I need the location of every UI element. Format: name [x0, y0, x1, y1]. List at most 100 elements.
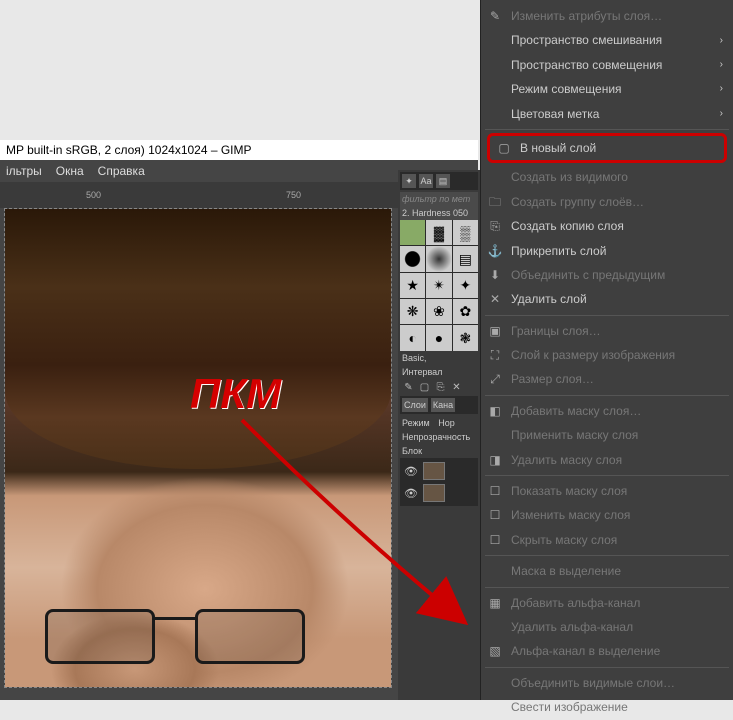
menu-apply-mask[interactable]: Применить маску слоя — [481, 423, 733, 447]
brush-preset[interactable]: ★ — [400, 273, 425, 298]
layer-thumbnail — [423, 462, 445, 480]
menu-edit-mask[interactable]: ☐Изменить маску слоя — [481, 503, 733, 527]
canvas[interactable] — [4, 208, 392, 688]
brush-preset[interactable] — [426, 246, 451, 271]
menu-layer-boundary[interactable]: ▣Границы слоя… — [481, 319, 733, 343]
menu-duplicate-layer[interactable]: ⎘Создать копию слоя — [481, 214, 733, 238]
duplicate-icon: ⎘ — [487, 218, 503, 234]
image-glasses — [45, 609, 305, 669]
interval-label: Интервал — [400, 365, 478, 379]
delete-icon: ✕ — [487, 291, 503, 307]
alpha-icon: ▦ — [487, 595, 503, 611]
menu-alpha-to-selection[interactable]: ▧Альфа-канал в выделение — [481, 639, 733, 663]
menu-merge-visible[interactable]: Объединить видимые слои… — [481, 671, 733, 695]
menu-windows[interactable]: Окна — [56, 164, 84, 178]
menu-anchor-layer[interactable]: ⚓Прикрепить слой — [481, 239, 733, 263]
brush-preset[interactable]: ▓ — [426, 220, 451, 245]
folder-icon: 🗀 — [487, 194, 503, 210]
layer-row[interactable]: 👁 — [402, 460, 476, 482]
layer-thumbnail — [423, 484, 445, 502]
selection-icon: ▧ — [487, 644, 503, 660]
layers-list: 👁 👁 — [400, 458, 478, 506]
layer-context-menu: ✎Изменить атрибуты слоя… Пространство см… — [480, 0, 733, 700]
brush-filter-input[interactable]: фильтр по мет — [400, 192, 478, 206]
window-title: MP built-in sRGB, 2 слоя) 1024x1024 – GI… — [6, 143, 252, 157]
new-brush-icon[interactable]: ▢ — [418, 381, 431, 394]
channels-tab[interactable]: Кана — [431, 398, 455, 412]
menu-delete-mask[interactable]: ◨Удалить маску слоя — [481, 448, 733, 472]
brush-preset[interactable]: ▒ — [453, 220, 478, 245]
menu-edit-layer-attrs[interactable]: ✎Изменить атрибуты слоя… — [481, 4, 733, 28]
gradient-tab-icon[interactable]: ▤ — [436, 174, 450, 188]
layers-tab[interactable]: Слои — [402, 398, 428, 412]
image-hair-region — [5, 209, 391, 469]
basic-label: Basic, — [400, 351, 478, 365]
brush-preset[interactable]: ✦ — [453, 273, 478, 298]
duplicate-brush-icon[interactable]: ⎘ — [434, 381, 447, 394]
brush-preset[interactable]: ◐ — [400, 325, 425, 350]
delete-mask-icon: ◨ — [487, 452, 503, 468]
new-layer-icon: ▢ — [496, 140, 512, 156]
canvas-image — [5, 209, 391, 687]
checkbox-icon: ☐ — [487, 532, 503, 548]
menu-separator — [485, 667, 729, 668]
brush-preset[interactable] — [400, 246, 425, 271]
menu-add-alpha[interactable]: ▦Добавить альфа-канал — [481, 591, 733, 615]
submenu-arrow-icon: › — [720, 35, 723, 47]
brush-preset[interactable]: ❋ — [400, 299, 425, 324]
brush-preset[interactable] — [400, 220, 425, 245]
menu-delete-layer[interactable]: ✕Удалить слой — [481, 287, 733, 311]
submenu-arrow-icon: › — [720, 108, 723, 120]
menu-composite-mode[interactable]: Режим совмещения› — [481, 77, 733, 101]
menu-from-visible[interactable]: Создать из видимого — [481, 165, 733, 189]
menu-separator — [485, 587, 729, 588]
menu-separator — [485, 395, 729, 396]
menu-add-mask[interactable]: ◧Добавить маску слоя… — [481, 399, 733, 423]
menu-to-image-size[interactable]: ⛶Слой к размеру изображения — [481, 343, 733, 367]
menu-hide-mask[interactable]: ☐Скрыть маску слоя — [481, 528, 733, 552]
menu-new-group[interactable]: 🗀Создать группу слоёв… — [481, 190, 733, 214]
menu-merge-down[interactable]: ⬇Объединить с предыдущим — [481, 263, 733, 287]
delete-brush-icon[interactable]: ✕ — [450, 381, 463, 394]
visibility-eye-icon[interactable]: 👁 — [404, 465, 420, 477]
opacity-label: Непрозрачность — [400, 430, 478, 444]
mode-label: Режим — [402, 418, 430, 428]
brush-preset[interactable]: ✿ — [453, 299, 478, 324]
brush-preset[interactable]: ● — [426, 325, 451, 350]
menu-mask-to-selection[interactable]: Маска в выделение — [481, 559, 733, 583]
text-tab-icon[interactable]: Aa — [419, 174, 433, 188]
brush-tab-icon[interactable]: ✦ — [402, 174, 416, 188]
menu-help[interactable]: Справка — [98, 164, 145, 178]
layer-row[interactable]: 👁 — [402, 482, 476, 504]
anchor-icon: ⚓ — [487, 243, 503, 259]
brush-toolbar: ✎ ▢ ⎘ ✕ — [400, 379, 478, 396]
brush-hardness-label: 2. Hardness 050 — [400, 206, 478, 220]
menu-separator — [485, 475, 729, 476]
menu-flatten[interactable]: Свести изображение — [481, 695, 733, 719]
menu-color-tag[interactable]: Цветовая метка› — [481, 102, 733, 126]
menu-show-mask[interactable]: ☐Показать маску слоя — [481, 479, 733, 503]
mask-icon: ◧ — [487, 403, 503, 419]
layers-dock-tabs: Слои Кана — [400, 396, 478, 414]
checkbox-icon: ☐ — [487, 508, 503, 524]
lock-label: Блок — [400, 444, 478, 458]
menu-filters[interactable]: ільтры — [6, 164, 42, 178]
mode-value[interactable]: Нор — [438, 418, 455, 428]
mode-row: Режим Нор — [400, 416, 478, 430]
brush-preset[interactable]: ▤ — [453, 246, 478, 271]
menu-remove-alpha[interactable]: Удалить альфа-канал — [481, 615, 733, 639]
brush-preset[interactable]: ✴ — [426, 273, 451, 298]
brush-preset[interactable]: ❀ — [426, 299, 451, 324]
menu-new-layer[interactable]: ▢В новый слой — [490, 136, 724, 160]
edit-brush-icon[interactable]: ✎ — [402, 381, 415, 394]
submenu-arrow-icon: › — [720, 59, 723, 71]
menu-separator — [485, 315, 729, 316]
brush-preset[interactable]: ❃ — [453, 325, 478, 350]
scale-icon: ⤢ — [487, 372, 503, 388]
menu-separator — [485, 129, 729, 130]
menu-composite-space[interactable]: Пространство совмещения› — [481, 53, 733, 77]
menu-layer-size[interactable]: ⤢Размер слоя… — [481, 367, 733, 391]
visibility-eye-icon[interactable]: 👁 — [404, 487, 420, 499]
menu-blend-space[interactable]: Пространство смешивания› — [481, 28, 733, 52]
ruler-tick: 750 — [286, 190, 301, 200]
